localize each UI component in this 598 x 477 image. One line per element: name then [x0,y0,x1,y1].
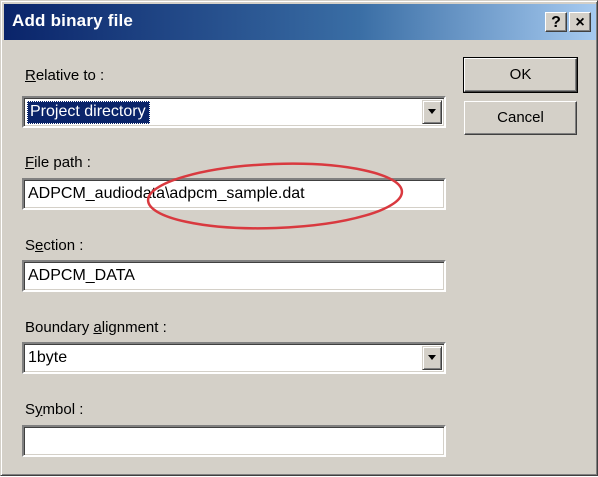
symbol-input[interactable] [22,425,446,457]
boundary-alignment-select[interactable]: 1byte [22,342,446,374]
dropdown-arrow-icon[interactable] [422,100,442,124]
add-binary-file-dialog: Add binary file ? × Relative to : Projec… [0,0,598,476]
close-icon[interactable]: × [569,12,591,32]
section-input[interactable]: ADPCM_DATA [22,260,446,292]
cancel-button[interactable]: Cancel [464,101,577,135]
boundary-alignment-value: 1byte [28,349,68,366]
ok-button-label: OK [509,66,532,83]
relative-to-select[interactable]: Project directory [22,96,446,128]
help-icon[interactable]: ? [545,12,567,32]
relative-to-label: Relative to : [25,67,105,84]
ok-button[interactable]: OK [463,57,578,93]
section-value: ADPCM_DATA [28,267,135,284]
file-path-label: File path : [25,154,91,171]
symbol-label: Symbol : [25,401,84,418]
file-path-input[interactable]: ADPCM_audiodata\adpcm_sample.dat [22,178,446,210]
boundary-alignment-label: Boundary alignment : [25,319,167,336]
section-label: Section : [25,237,84,254]
file-path-value: ADPCM_audiodata\adpcm_sample.dat [28,185,305,202]
relative-to-value: Project directory [27,101,150,124]
window-title: Add binary file [12,11,134,30]
dropdown-arrow-icon[interactable] [422,346,442,370]
cancel-button-label: Cancel [497,109,544,126]
title-bar[interactable]: Add binary file ? × [4,4,596,40]
